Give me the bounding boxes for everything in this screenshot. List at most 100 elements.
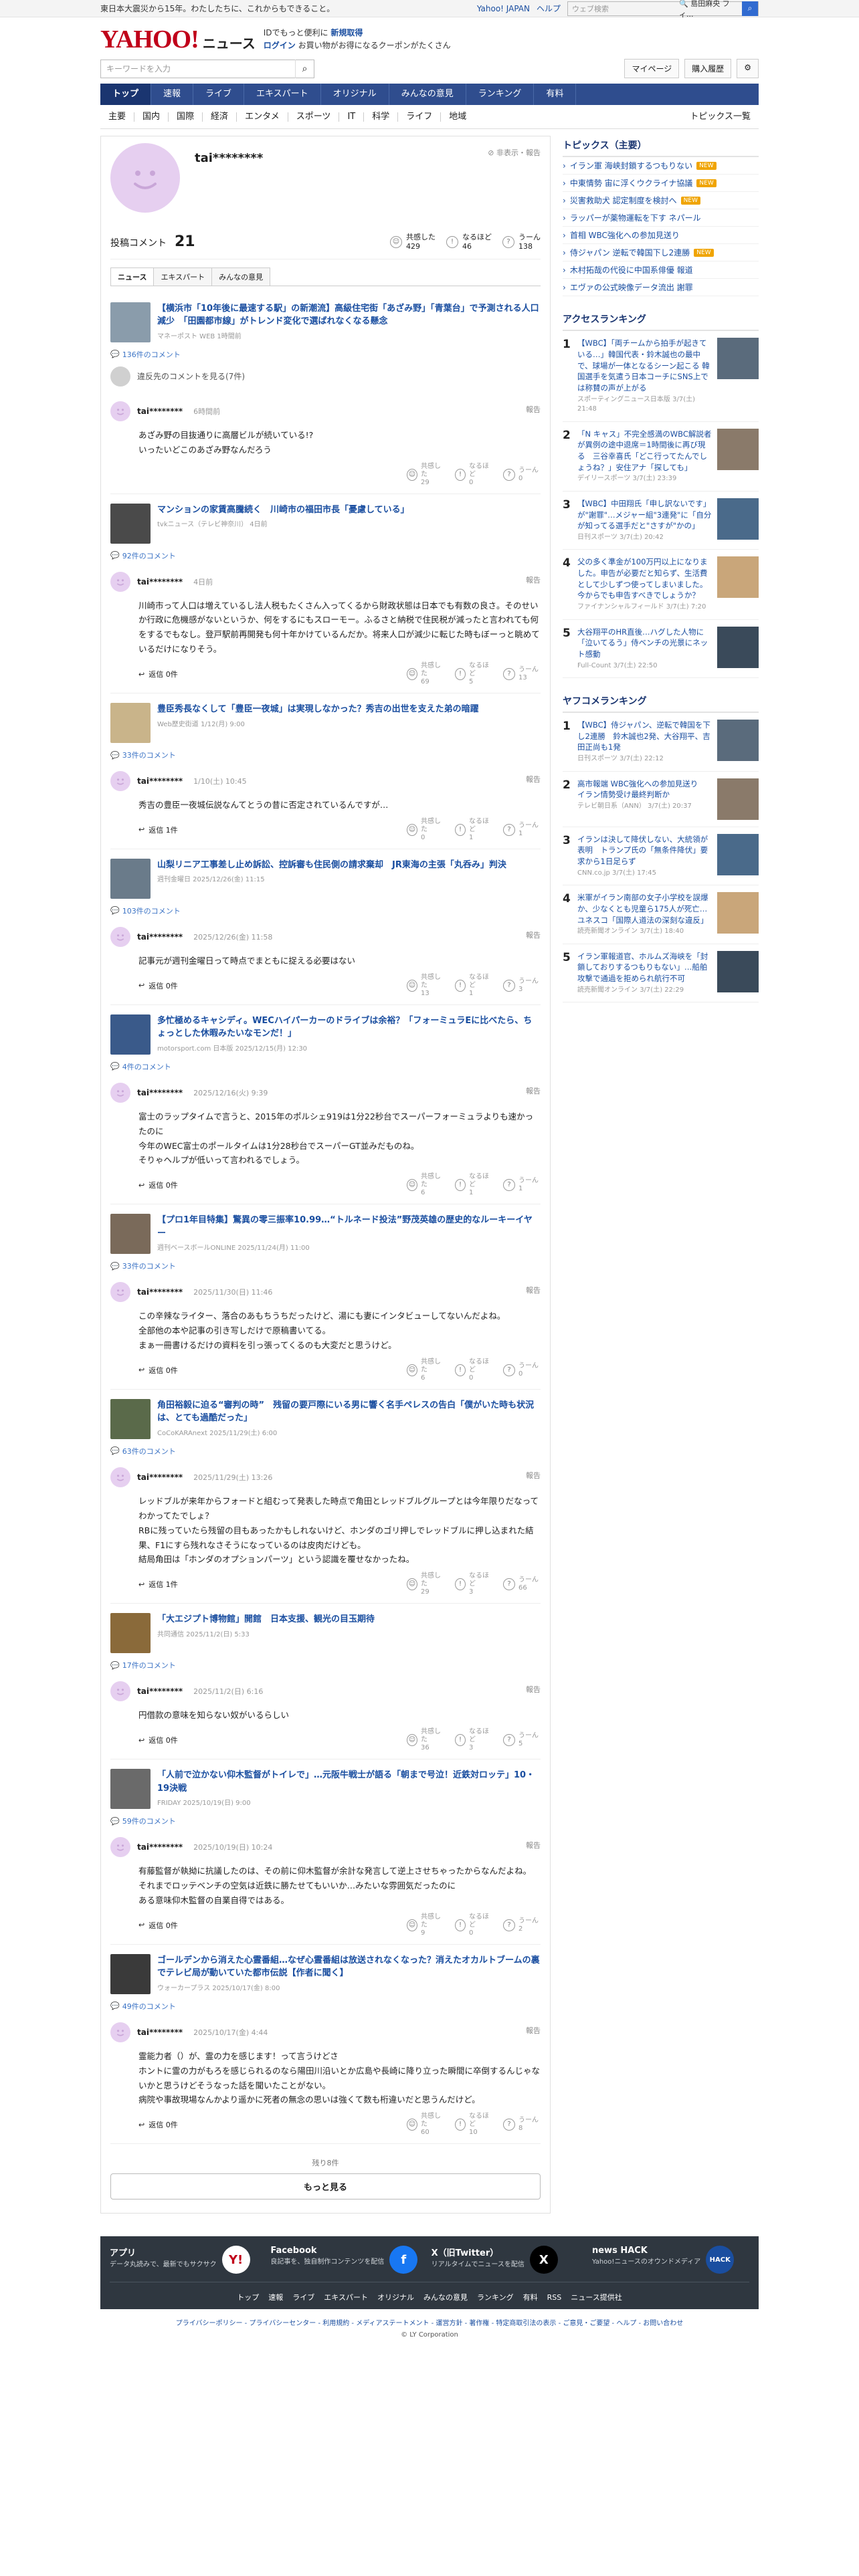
- access-rank-item[interactable]: 4 父の多く準金が100万円以上になりました。申告が必要だと知らず、生活費として少…: [563, 550, 759, 620]
- access-rank-item[interactable]: 1 【WBC】「両チームから拍手が起きている…」韓国代表・鈴木誠也の最中で、球場が…: [563, 331, 759, 422]
- comment-author[interactable]: tai********: [137, 577, 183, 586]
- article-comment-count[interactable]: 💬 33件のコメント: [110, 1261, 541, 1271]
- empathy-button[interactable]: ☺ 共感した 29: [407, 463, 444, 487]
- web-search[interactable]: ウェブ検索 🔍 島田麻央 フィ... ⌕: [567, 0, 759, 19]
- yahoo-japan-link[interactable]: Yahoo! JAPAN: [477, 4, 530, 13]
- comment-rank-item[interactable]: 3 イランは決して降伏しない、大統領が表明 トランプ氏の「無条件降伏」要求から1日…: [563, 827, 759, 886]
- comment-author[interactable]: tai********: [137, 1287, 183, 1297]
- comment-author[interactable]: tai********: [137, 776, 183, 786]
- article-title[interactable]: 角田裕毅に迫る“審判の時” 残留の要戸際にいる男に響く名手ペレスの告白「僕がいた…: [157, 1399, 541, 1425]
- empathy-button[interactable]: ☺ 共感した 69: [407, 662, 444, 686]
- hidden-comments[interactable]: 違反先のコメントを見る(7件): [110, 361, 541, 392]
- reply-toggle[interactable]: ↩ 返信 0件: [138, 1180, 178, 1190]
- gnav-item[interactable]: 有料: [534, 84, 577, 106]
- article-title[interactable]: ゴールデンから消えた心霊番組…なぜ心霊番組は放送されなくなった？消えたオカルトブ…: [157, 1954, 541, 1980]
- reply-toggle[interactable]: ↩ 返信 0件: [138, 2119, 178, 2130]
- empathy-button[interactable]: ☺ 共感した 9: [407, 1913, 444, 1937]
- hmm-button[interactable]: ? うーん 0: [503, 463, 541, 487]
- article-title[interactable]: 【プロ1年目特集】驚異の零三振率10.99…“トルネード投法”野茂英雄の歴史的な…: [157, 1214, 541, 1240]
- insight-button[interactable]: ! なるほど 0: [455, 463, 492, 487]
- footer-link[interactable]: 有料: [523, 2293, 538, 2302]
- hmm-button[interactable]: ? うーん 66: [503, 1572, 541, 1596]
- article-comment-count[interactable]: 💬 136件のコメント: [110, 349, 541, 360]
- footer-app[interactable]: アプリ データ丸読みで、最新でもサクサク Y!: [110, 2246, 267, 2274]
- more-button[interactable]: もっと見る: [110, 2173, 541, 2200]
- access-rank-item[interactable]: 2 「N キャス」不完全感満のWBC解説者が異例の途中退席＝1時間後に再び現る 三…: [563, 422, 759, 492]
- insight-button[interactable]: ! なるほど 1: [455, 1173, 492, 1197]
- search-suggest[interactable]: 🔍 島田麻央 フィ...: [675, 0, 742, 19]
- empathy-button[interactable]: ☺ 共感した 29: [407, 1572, 444, 1596]
- catnav-item[interactable]: ライフ: [398, 112, 442, 122]
- insight-button[interactable]: ! なるほど 0: [455, 1913, 492, 1937]
- topic-item[interactable]: › イラン軍 海峡封鎖するつもりない NEW: [563, 157, 759, 175]
- report-link[interactable]: 報告: [526, 930, 541, 940]
- article-thumbnail[interactable]: [110, 1769, 151, 1810]
- login-link[interactable]: ログイン: [264, 41, 296, 50]
- footer-link[interactable]: RSS: [547, 2293, 562, 2302]
- topic-item[interactable]: › 侍ジャパン 逆転で韓国下し2連勝 NEW: [563, 244, 759, 262]
- mypage-button[interactable]: マイページ: [624, 59, 680, 79]
- report-link[interactable]: 報告: [526, 574, 541, 585]
- report-link[interactable]: 報告: [526, 1684, 541, 1695]
- footer-link[interactable]: みんなの意見: [423, 2293, 468, 2302]
- comment-rank-item[interactable]: 5 イラン軍報道官、ホルムズ海峡を「封鎖しておりするつもりもない」…船舶攻撃で通過…: [563, 944, 759, 1003]
- legal-links[interactable]: プライバシーポリシー - プライバシーセンター - 利用規約 - メディアステー…: [0, 2317, 859, 2327]
- article-thumbnail[interactable]: [110, 858, 151, 899]
- gnav-item[interactable]: みんなの意見: [389, 84, 466, 106]
- report-link[interactable]: 報告: [526, 1085, 541, 1096]
- reply-toggle[interactable]: ↩ 返信 1件: [138, 825, 178, 835]
- notice-text[interactable]: 東日本大震災から15年。わたしたちに、これからもできること。: [100, 3, 335, 14]
- comment-author[interactable]: tai********: [137, 2028, 183, 2037]
- topic-item[interactable]: › 木村拓哉の代役に中国系俳優 報道: [563, 261, 759, 280]
- empathy-button[interactable]: ☺ 共感した 0: [407, 818, 444, 842]
- footer-link[interactable]: 速報: [268, 2293, 283, 2302]
- article-comment-count[interactable]: 💬 33件のコメント: [110, 750, 541, 760]
- footer-link[interactable]: ランキング: [477, 2293, 514, 2302]
- hmm-button[interactable]: ? うーん 2: [503, 1913, 541, 1937]
- empathy-button[interactable]: ☺ 共感した 36: [407, 1728, 444, 1752]
- article-comment-count[interactable]: 💬 92件のコメント: [110, 550, 541, 561]
- gear-icon[interactable]: ⚙: [737, 59, 759, 79]
- comment-rank-item[interactable]: 2 高市報端 WBC強化への参加見送り イラン情勢受け最終判断か テレビ朝日系（AN…: [563, 772, 759, 827]
- hide-report-link[interactable]: ⊘ 非表示・報告: [488, 147, 541, 158]
- report-link[interactable]: 報告: [526, 2025, 541, 2036]
- article-title[interactable]: 山梨リニア工事差し止め訴訟、控訴審も住民側の請求棄却 JR東海の主張「丸呑み」判…: [157, 859, 506, 872]
- hmm-button[interactable]: ? うーん 8: [503, 2113, 541, 2137]
- search-icon[interactable]: ⌕: [742, 1, 758, 16]
- footer-link[interactable]: トップ: [237, 2293, 259, 2302]
- report-link[interactable]: 報告: [526, 774, 541, 784]
- comment-rank-item[interactable]: 4 米軍がイラン南部の女子小学校を誤爆か、少なくとも児童ら175人が死亡…ユネスコ…: [563, 885, 759, 944]
- hmm-button[interactable]: ? うーん 5: [503, 1728, 541, 1752]
- gnav-item[interactable]: トップ: [100, 84, 152, 106]
- comment-author[interactable]: tai********: [137, 1842, 183, 1852]
- report-link[interactable]: 報告: [526, 1470, 541, 1481]
- insight-button[interactable]: ! なるほど 1: [455, 818, 492, 842]
- article-thumbnail[interactable]: [110, 1014, 151, 1055]
- insight-button[interactable]: ! なるほど 5: [455, 662, 492, 686]
- gnav-item[interactable]: ランキング: [466, 84, 535, 106]
- article-comment-count[interactable]: 💬 17件のコメント: [110, 1660, 541, 1671]
- footer-app[interactable]: news HACK Yahoo!ニュースのオウンドメディア HACK: [592, 2246, 749, 2274]
- topic-item[interactable]: › 中東情勢 宙に浮くウクライナ協議 NEW: [563, 175, 759, 193]
- article-thumbnail[interactable]: [110, 1953, 151, 1994]
- catnav-item[interactable]: IT: [339, 112, 365, 122]
- article-title[interactable]: 豊臣秀長なくして「豊臣一夜城」は実現しなかった？秀吉の出世を支えた弟の暗躍: [157, 703, 479, 716]
- catnav-item[interactable]: 主要: [100, 112, 135, 122]
- comment-author[interactable]: tai********: [137, 407, 183, 416]
- keyword-search[interactable]: キーワードを入力 ⌕: [100, 59, 314, 78]
- footer-link[interactable]: エキスパート: [324, 2293, 368, 2302]
- web-search-input[interactable]: ウェブ検索: [568, 3, 675, 14]
- catnav-item[interactable]: 経済: [203, 112, 237, 122]
- article-title[interactable]: 【横浜市「10年後に最速する駅」の新潮流】高級住宅街「あざみ野」「青葉台」で予測…: [157, 302, 541, 328]
- comment-rank-item[interactable]: 1 【WBC】侍ジャパン、逆転で韓国を下し2連勝 鈴木誠也2発、大谷翔平、吉田正尚…: [563, 713, 759, 772]
- topic-item[interactable]: › ラッパーが薬物運転を下す ネパール: [563, 209, 759, 227]
- article-title[interactable]: マンションの家賃高騰続く 川崎市の福田市長「憂慮している」: [157, 504, 409, 517]
- access-rank-item[interactable]: 5 大谷翔平のHR直後…ハグした人物に「泣いてるう」侍ベンチの光景にネット感動 Fu…: [563, 620, 759, 679]
- topic-item[interactable]: › エヴァの公式映像データ流出 謝罪: [563, 279, 759, 297]
- article-thumbnail[interactable]: [110, 703, 151, 743]
- reply-toggle[interactable]: ↩ 返信 0件: [138, 980, 178, 991]
- insight-button[interactable]: ! なるほど 10: [455, 2113, 492, 2137]
- empathy-button[interactable]: ☺ 共感した 60: [407, 2113, 444, 2137]
- article-thumbnail[interactable]: [110, 302, 151, 342]
- keyword-input[interactable]: キーワードを入力: [101, 63, 295, 74]
